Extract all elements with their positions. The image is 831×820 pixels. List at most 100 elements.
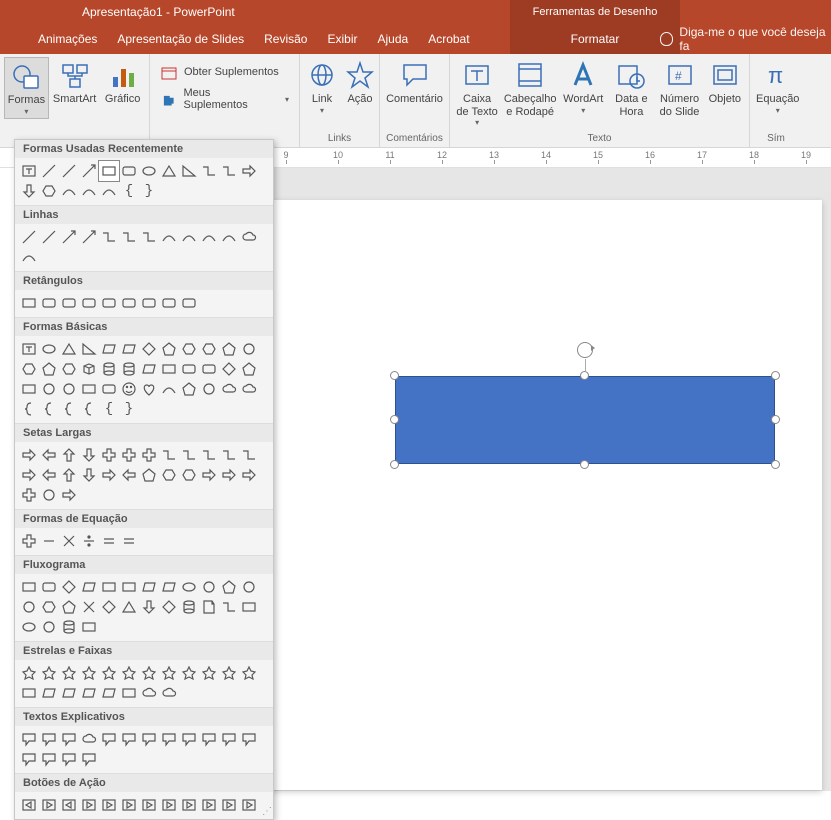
shape-arrow-22[interactable] <box>219 465 239 485</box>
shape-flow-24[interactable] <box>19 617 39 637</box>
shape-flow-23[interactable] <box>239 597 259 617</box>
shape-callout-5[interactable] <box>119 729 139 749</box>
shape-basic-31[interactable] <box>159 379 179 399</box>
shape-basic-27[interactable] <box>79 379 99 399</box>
resize-handle-n[interactable] <box>580 371 589 380</box>
shape-basic-37[interactable] <box>39 399 59 419</box>
shape-basic-1[interactable] <box>39 339 59 359</box>
shape-flow-18[interactable] <box>139 597 159 617</box>
shape-basic-16[interactable] <box>99 359 119 379</box>
shape-callout-1[interactable] <box>39 729 59 749</box>
shape-star-6[interactable] <box>139 663 159 683</box>
shape-rect-1[interactable] <box>39 293 59 313</box>
shape-oval[interactable] <box>139 161 159 181</box>
shape-action-8[interactable] <box>179 795 199 815</box>
shape-line-12[interactable] <box>19 247 39 267</box>
shape-rect-7[interactable] <box>159 293 179 313</box>
shape-flow-14[interactable] <box>59 597 79 617</box>
shape-right-triangle[interactable] <box>179 161 199 181</box>
smartart-button[interactable]: SmartArt <box>51 57 98 119</box>
shape-line-5[interactable] <box>119 227 139 247</box>
shape-basic-7[interactable] <box>159 339 179 359</box>
shape-basic-23[interactable] <box>239 359 259 379</box>
tab-revisao[interactable]: Revisão <box>254 24 317 54</box>
shape-basic-13[interactable] <box>39 359 59 379</box>
shape-line-7[interactable] <box>159 227 179 247</box>
shape-star-19[interactable] <box>159 683 179 703</box>
shape-triangle[interactable] <box>159 161 179 181</box>
shape-callout-2[interactable] <box>59 729 79 749</box>
shape-basic-9[interactable] <box>199 339 219 359</box>
shape-eq-2[interactable] <box>59 531 79 551</box>
shape-flow-0[interactable] <box>19 577 39 597</box>
tab-exibir[interactable]: Exibir <box>317 24 367 54</box>
shape-line-6[interactable] <box>139 227 159 247</box>
shape-arrow-right[interactable] <box>239 161 259 181</box>
shape-action-4[interactable] <box>99 795 119 815</box>
shape-rect-8[interactable] <box>179 293 199 313</box>
shape-arrow-20[interactable] <box>179 465 199 485</box>
shape-flow-20[interactable] <box>179 597 199 617</box>
shape-basic-8[interactable] <box>179 339 199 359</box>
objeto-button[interactable]: Objeto <box>705 57 745 129</box>
shape-star-8[interactable] <box>179 663 199 683</box>
shape-eq-0[interactable] <box>19 531 39 551</box>
shape-arrow-6[interactable] <box>139 445 159 465</box>
shape-flow-27[interactable] <box>79 617 99 637</box>
data-hora-button[interactable]: Data e Hora <box>608 57 654 129</box>
shape-arrow-10[interactable] <box>219 445 239 465</box>
shape-basic-rbrace[interactable]: } <box>119 399 139 419</box>
shape-freeform[interactable] <box>99 181 119 201</box>
shape-eq-1[interactable] <box>39 531 59 551</box>
shape-line-0[interactable] <box>19 227 39 247</box>
shape-flow-11[interactable] <box>239 577 259 597</box>
shape-basic-32[interactable] <box>179 379 199 399</box>
shape-arrow-24[interactable] <box>19 485 39 505</box>
shape-action-11[interactable] <box>239 795 259 815</box>
shape-textbox[interactable] <box>19 161 39 181</box>
shape-basic-28[interactable] <box>99 379 119 399</box>
shape-callout-3[interactable] <box>79 729 99 749</box>
shape-basic-33[interactable] <box>199 379 219 399</box>
shape-rect-4[interactable] <box>99 293 119 313</box>
shape-flow-13[interactable] <box>39 597 59 617</box>
shape-basic-39[interactable] <box>79 399 99 419</box>
shape-action-10[interactable] <box>219 795 239 815</box>
shape-star-9[interactable] <box>199 663 219 683</box>
shape-hexagon[interactable] <box>39 181 59 201</box>
shape-star-11[interactable] <box>239 663 259 683</box>
meus-suplementos-button[interactable]: Meus Suplementos ▾ <box>154 85 295 113</box>
shape-eq-4[interactable] <box>99 531 119 551</box>
shape-callout-11[interactable] <box>239 729 259 749</box>
shape-line-1[interactable] <box>39 227 59 247</box>
shape-line-10[interactable] <box>219 227 239 247</box>
shape-star-4[interactable] <box>99 663 119 683</box>
shape-arrow-7[interactable] <box>159 445 179 465</box>
shape-star-15[interactable] <box>79 683 99 703</box>
shape-basic-34[interactable] <box>219 379 239 399</box>
shape-basic-10[interactable] <box>219 339 239 359</box>
shape-basic-20[interactable] <box>179 359 199 379</box>
shape-arrow-25[interactable] <box>39 485 59 505</box>
shape-callout-12[interactable] <box>19 749 39 769</box>
shape-arrow-18[interactable] <box>139 465 159 485</box>
shape-line-9[interactable] <box>199 227 219 247</box>
shape-roundrect[interactable] <box>119 161 139 181</box>
shape-star-3[interactable] <box>79 663 99 683</box>
acao-button[interactable]: Ação <box>342 57 378 117</box>
equacao-button[interactable]: π Equação▾ <box>754 57 801 117</box>
shape-callout-4[interactable] <box>99 729 119 749</box>
link-button[interactable]: Link▾ <box>304 57 340 117</box>
tab-animacoes[interactable]: Animações <box>28 24 107 54</box>
rectangle-shape[interactable] <box>395 376 775 464</box>
resize-handle-ne[interactable] <box>771 371 780 380</box>
shape-flow-15[interactable] <box>79 597 99 617</box>
tab-apresentacao-slides[interactable]: Apresentação de Slides <box>107 24 254 54</box>
shape-flow-8[interactable] <box>179 577 199 597</box>
shape-rect-0[interactable] <box>19 293 39 313</box>
rotate-handle[interactable] <box>577 342 593 358</box>
shape-basic-4[interactable] <box>99 339 119 359</box>
shape-line-2[interactable] <box>59 227 79 247</box>
shape-flow-19[interactable] <box>159 597 179 617</box>
shape-action-2[interactable] <box>59 795 79 815</box>
